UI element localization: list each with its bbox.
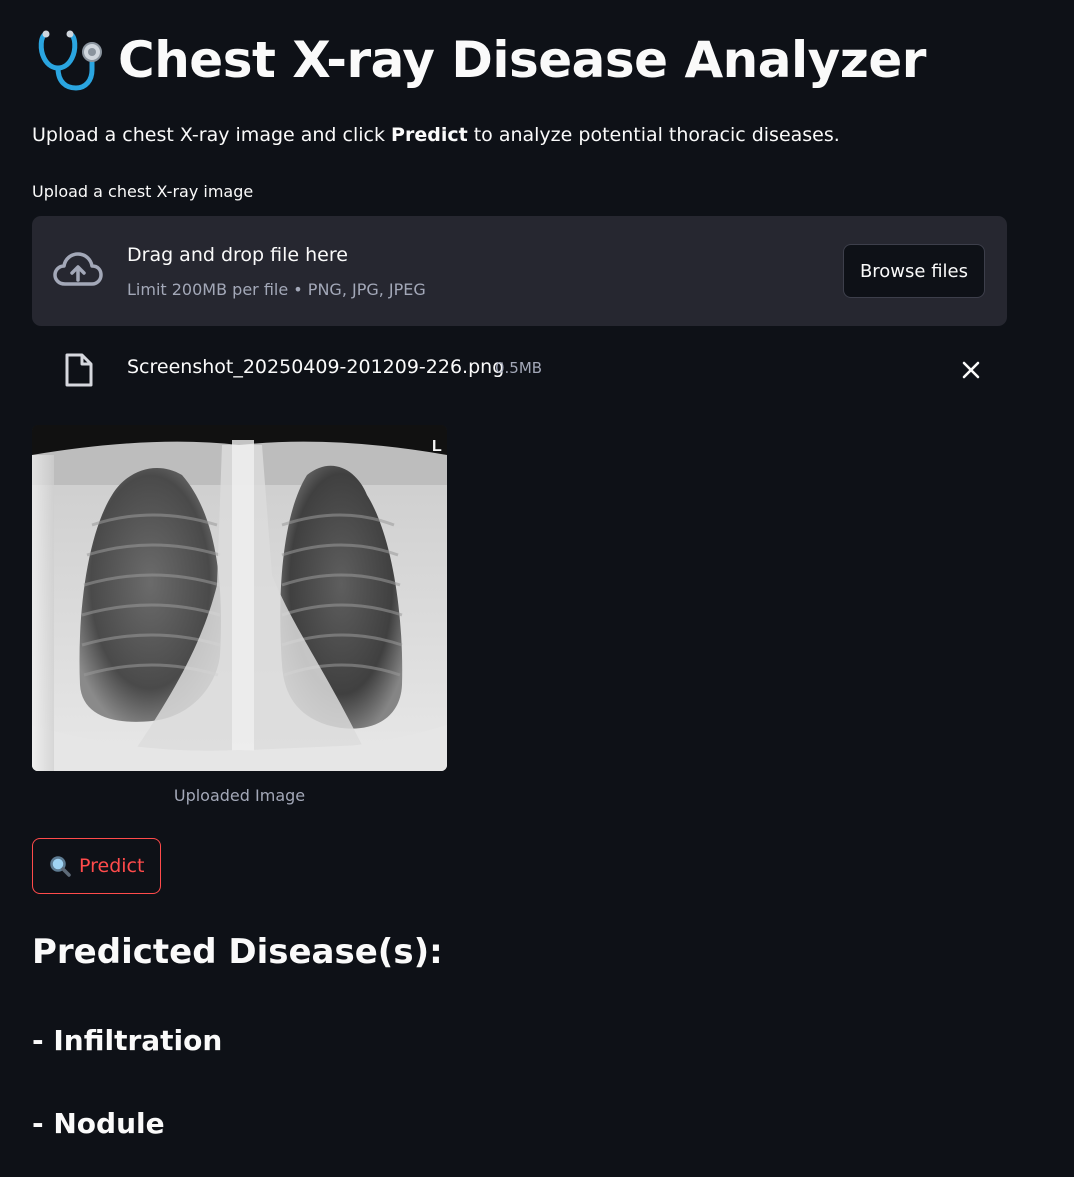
remove-file-close-icon[interactable]	[957, 356, 985, 384]
intro-text-bold: Predict	[391, 124, 468, 146]
intro-text-after: to analyze potential thoracic diseases.	[467, 124, 840, 146]
title-row: Chest X-ray Disease Analyzer	[32, 24, 926, 96]
intro-text: Upload a chest X-ray image and click Pre…	[32, 124, 840, 146]
file-icon	[64, 352, 94, 388]
result-item: - Nodule	[32, 1107, 165, 1140]
uploaded-file-name: Screenshot_20250409-201209-226.png	[127, 356, 505, 378]
browse-files-button[interactable]: Browse files	[842, 244, 985, 298]
results-heading: Predicted Disease(s):	[32, 932, 443, 972]
uploaded-xray-image: L	[32, 425, 447, 771]
stethoscope-icon	[32, 24, 104, 96]
page-title: Chest X-ray Disease Analyzer	[118, 31, 926, 89]
dropzone-title: Drag and drop file here	[127, 244, 348, 266]
intro-text-before: Upload a chest X-ray image and click	[32, 124, 392, 146]
uploaded-file-size: 0.5MB	[495, 359, 543, 377]
uploaded-file-row: Screenshot_20250409-201209-226.png 0.5MB	[32, 344, 1007, 396]
cloud-upload-icon	[52, 250, 104, 290]
image-caption: Uploaded Image	[173, 786, 306, 805]
magnifier-icon	[49, 855, 71, 877]
result-item: - Infiltration	[32, 1024, 223, 1057]
predict-button[interactable]: Predict	[32, 838, 162, 894]
file-dropzone[interactable]: Drag and drop file here Limit 200MB per …	[32, 216, 1007, 326]
xray-side-marker: L	[432, 438, 442, 455]
predict-button-label: Predict	[79, 855, 145, 877]
uploader-label: Upload a chest X-ray image	[32, 182, 254, 201]
dropzone-limit: Limit 200MB per file • PNG, JPG, JPEG	[127, 280, 426, 299]
app-page: Chest X-ray Disease Analyzer Upload a ch…	[0, 0, 1074, 1177]
